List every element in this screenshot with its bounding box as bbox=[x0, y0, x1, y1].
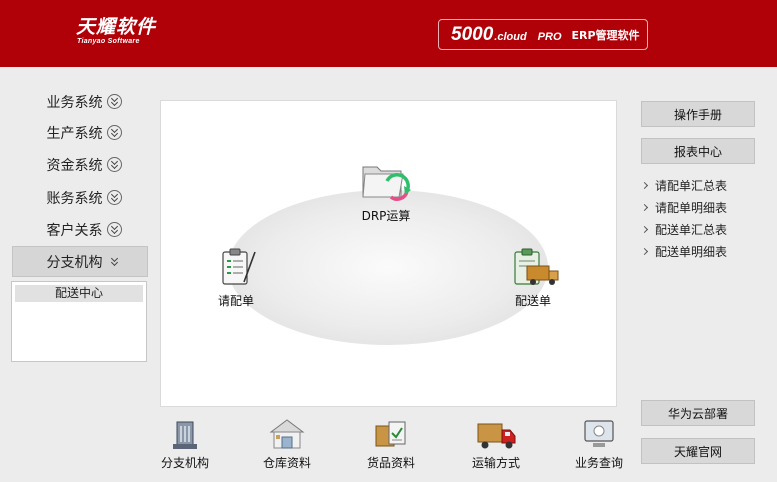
app-header: 天耀软件 Tianyao Software 5000 .cloud PRO ER… bbox=[0, 0, 777, 67]
chevron-down-icon bbox=[106, 222, 122, 237]
shortcut-branch[interactable]: 分支机构 bbox=[146, 416, 224, 471]
report-link-label: 请配单汇总表 bbox=[655, 178, 728, 193]
node-drp[interactable]: DRP运算 bbox=[357, 159, 415, 224]
branch-submenu: 配送中心 bbox=[11, 281, 147, 362]
report-link-label: 配送单明细表 bbox=[655, 244, 728, 259]
nav-item-business[interactable]: 业务系统 bbox=[12, 86, 148, 117]
product-number: 5000 bbox=[451, 23, 494, 45]
product-name: ERP管理软件 bbox=[571, 29, 640, 42]
warehouse-icon bbox=[269, 419, 305, 449]
workflow-canvas: DRP运算 请配单 配送单 bbox=[160, 100, 617, 407]
chevron-down-icon bbox=[106, 125, 122, 140]
report-link-request-summary[interactable]: 请配单汇总表 bbox=[640, 177, 728, 193]
monitor-icon bbox=[584, 420, 614, 447]
node-label: DRP运算 bbox=[361, 209, 411, 223]
shortcut-transport[interactable]: 运输方式 bbox=[457, 416, 535, 471]
submenu-item-distribution-center[interactable]: 配送中心 bbox=[15, 285, 143, 302]
report-link-delivery-summary[interactable]: 配送单汇总表 bbox=[640, 221, 728, 237]
nav-item-crm[interactable]: 客户关系 bbox=[12, 214, 148, 245]
shortcut-goods[interactable]: 货品资料 bbox=[352, 416, 430, 471]
nav-item-funds[interactable]: 资金系统 bbox=[12, 149, 148, 180]
shortcut-label: 货品资料 bbox=[366, 456, 415, 470]
company-logo: 天耀软件 Tianyao Software bbox=[76, 16, 156, 45]
drp-folder-icon bbox=[362, 166, 411, 201]
product-cloud: .cloud bbox=[494, 31, 527, 43]
delivery-truck-icon bbox=[514, 248, 559, 285]
shortcut-label: 运输方式 bbox=[471, 456, 520, 470]
official-site-button[interactable]: 天耀官网 bbox=[641, 438, 755, 464]
chevron-right-icon bbox=[640, 225, 649, 233]
node-request[interactable]: 请配单 bbox=[213, 248, 259, 309]
chevron-down-icon bbox=[107, 254, 122, 269]
building-icon bbox=[173, 421, 197, 449]
report-link-label: 配送单汇总表 bbox=[655, 222, 728, 237]
logo-english: Tianyao Software bbox=[77, 38, 140, 45]
report-link-delivery-detail[interactable]: 配送单明细表 bbox=[640, 243, 728, 259]
nav-item-label: 资金系统 bbox=[46, 157, 103, 174]
nav-item-branch[interactable]: 分支机构 bbox=[12, 246, 148, 277]
manual-button[interactable]: 操作手册 bbox=[641, 101, 755, 127]
report-center-button[interactable]: 报表中心 bbox=[641, 138, 755, 164]
goods-box-icon bbox=[375, 421, 406, 447]
shortcut-business-query[interactable]: 业务查询 bbox=[560, 416, 630, 471]
nav-item-label: 客户关系 bbox=[46, 222, 103, 239]
clipboard-icon bbox=[222, 248, 256, 285]
product-edition: PRO bbox=[537, 30, 562, 43]
chevron-down-icon bbox=[106, 94, 122, 109]
nav-item-production[interactable]: 生产系统 bbox=[12, 117, 148, 148]
shortcut-label: 仓库资料 bbox=[262, 456, 311, 470]
node-label: 请配单 bbox=[217, 294, 254, 308]
chevron-right-icon bbox=[640, 247, 649, 255]
shortcut-label: 业务查询 bbox=[574, 456, 623, 470]
nav-item-label: 业务系统 bbox=[46, 94, 103, 111]
nav-item-label: 账务系统 bbox=[46, 190, 103, 207]
truck-icon bbox=[477, 423, 516, 449]
nav-item-accounting[interactable]: 账务系统 bbox=[12, 182, 148, 213]
nav-item-label: 分支机构 bbox=[46, 254, 103, 271]
report-link-label: 请配单明细表 bbox=[655, 200, 728, 215]
chevron-right-icon bbox=[640, 203, 649, 211]
bottom-shortcuts: 分支机构 仓库资料 货品资料 运输方式 业务查询 bbox=[0, 408, 630, 482]
shortcut-label: 分支机构 bbox=[160, 456, 209, 470]
huawei-cloud-button[interactable]: 华为云部署 bbox=[641, 400, 755, 426]
chevron-down-icon bbox=[106, 190, 122, 205]
chevron-down-icon bbox=[106, 157, 122, 172]
nav-item-label: 生产系统 bbox=[46, 125, 103, 142]
report-link-request-detail[interactable]: 请配单明细表 bbox=[640, 199, 728, 215]
product-banner: 5000 .cloud PRO ERP管理软件 bbox=[438, 19, 648, 50]
shortcut-warehouse[interactable]: 仓库资料 bbox=[248, 416, 326, 471]
logo-chinese: 天耀软件 bbox=[76, 16, 157, 38]
node-label: 配送单 bbox=[514, 294, 551, 308]
node-delivery[interactable]: 配送单 bbox=[505, 248, 561, 309]
chevron-right-icon bbox=[640, 181, 649, 189]
